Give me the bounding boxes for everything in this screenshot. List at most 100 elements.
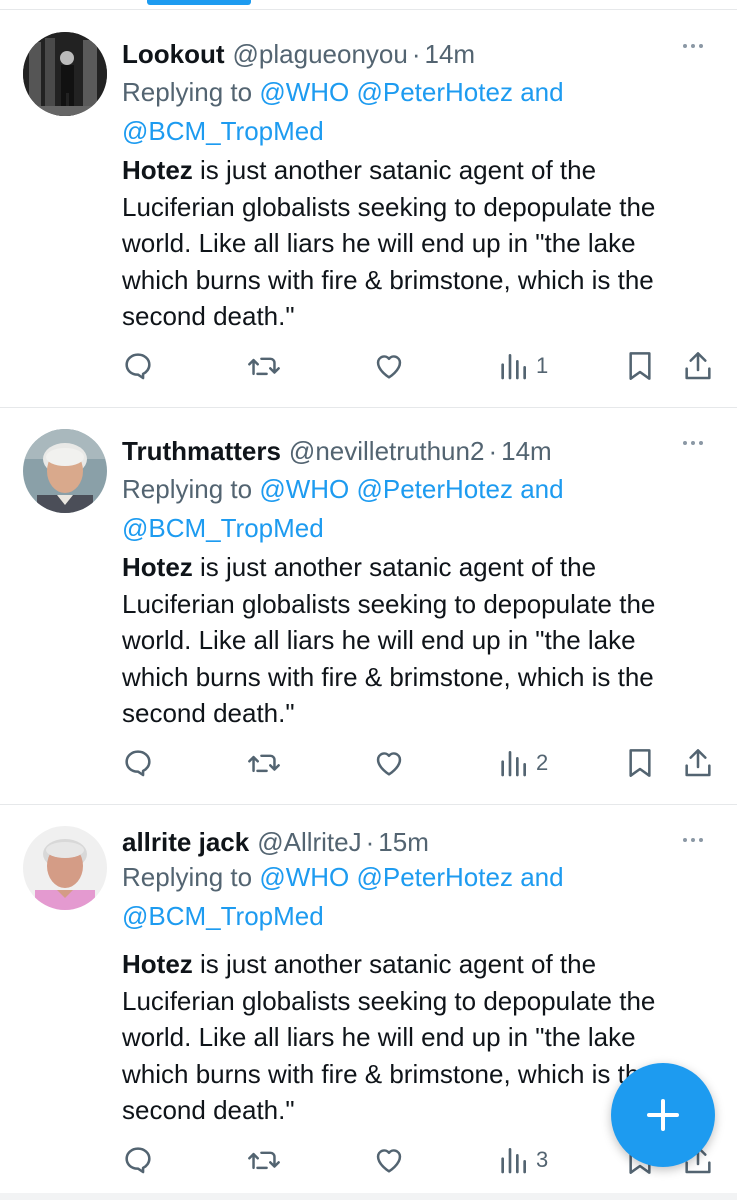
like-button[interactable]: [373, 743, 405, 783]
replying-to: Replying to @WHO @PeterHotez and @BCM_Tr…: [122, 73, 722, 151]
mention-link[interactable]: @BCM_TropMed: [122, 901, 324, 931]
replying-to-label: Replying to: [122, 474, 253, 504]
reply-icon: [125, 1147, 151, 1174]
mention-link[interactable]: @PeterHotez: [356, 474, 512, 504]
user-handle[interactable]: @plagueonyou: [233, 39, 408, 70]
mention-conjunction[interactable]: and: [520, 474, 563, 504]
like-button[interactable]: [373, 1140, 405, 1180]
display-name[interactable]: allrite jack: [122, 827, 249, 858]
views-count: 2: [536, 750, 549, 775]
tweet-header: allrite jack @AllriteJ · 15m: [122, 824, 429, 860]
tweet-text-line: second death.": [122, 301, 295, 331]
retweet-icon: [248, 1151, 280, 1170]
tweet-text-line: world. Like all liars he will end up in …: [122, 228, 636, 258]
replying-to-label: Replying to: [122, 77, 253, 107]
retweet-icon: [248, 357, 280, 376]
separator-dot: ·: [488, 435, 498, 466]
avatar[interactable]: [23, 32, 107, 116]
views-button[interactable]: 3: [500, 1140, 548, 1180]
mention-link[interactable]: @BCM_TropMed: [122, 116, 324, 146]
timestamp[interactable]: 14m: [501, 436, 552, 467]
plus-icon: [647, 1099, 679, 1131]
tweet-header: Lookout @plagueonyou · 14m: [122, 36, 475, 72]
avatar-image: [23, 826, 107, 910]
tweet[interactable]: Lookout @plagueonyou · 14m Replying to @…: [0, 10, 737, 408]
mention-link[interactable]: @BCM_TropMed: [122, 513, 324, 543]
compose-button[interactable]: [611, 1063, 715, 1167]
tweet-text-line: is just another satanic agent of the: [192, 949, 597, 979]
reply-button[interactable]: [122, 346, 154, 386]
user-handle[interactable]: @nevilletruthun2: [289, 436, 485, 467]
mention-link[interactable]: @WHO: [259, 77, 349, 107]
share-button[interactable]: [683, 346, 713, 386]
user-handle[interactable]: @AllriteJ: [257, 827, 361, 858]
tweet-text-line: second death.": [122, 698, 295, 728]
timestamp[interactable]: 15m: [378, 827, 429, 858]
tweet-text-line: Luciferian globalists seeking to depopul…: [122, 588, 656, 619]
reply-icon: [125, 353, 151, 380]
replying-to: Replying to @WHO @PeterHotez and @BCM_Tr…: [122, 470, 722, 548]
more-icon[interactable]: [683, 838, 703, 842]
tweet-actions: 2: [0, 743, 737, 783]
share-button[interactable]: [683, 743, 713, 783]
retweet-icon: [248, 754, 280, 773]
mention-conjunction[interactable]: and: [520, 77, 563, 107]
retweet-button[interactable]: [247, 1140, 281, 1180]
tweet-text-bold: Hotez: [122, 552, 193, 582]
avatar-image: [23, 32, 107, 116]
tweet-text: Hotez is just another satanic agent of t…: [122, 152, 722, 335]
tweet-text-line: is just another satanic agent of the: [192, 155, 597, 185]
replying-to-label: Replying to: [122, 862, 253, 892]
tweet-text-line: Luciferian globalists seeking to depopul…: [122, 191, 656, 222]
tweet-text-line: which burns with fire & brimstone, which…: [122, 264, 654, 295]
tweet[interactable]: Truthmatters @nevilletruthun2 · 14m Repl…: [0, 407, 737, 805]
bookmark-button[interactable]: [626, 346, 654, 386]
bookmark-icon: [629, 352, 651, 380]
like-button[interactable]: [373, 346, 405, 386]
analytics-icon: [501, 751, 526, 777]
separator-dot: ·: [365, 826, 375, 857]
views-count: 3: [536, 1147, 549, 1172]
avatar-image: [23, 429, 107, 513]
bottom-divider: [0, 1193, 737, 1200]
heart-icon: [376, 752, 402, 776]
tweet-text-bold: Hotez: [122, 155, 193, 185]
active-tab-indicator: [147, 0, 251, 5]
tweet-text-line: which burns with fire & brimstone, which…: [122, 661, 654, 692]
reply-button[interactable]: [122, 743, 154, 783]
analytics-icon: [501, 354, 526, 380]
more-icon[interactable]: [683, 44, 703, 48]
tweet-text-bold: Hotez: [122, 949, 193, 979]
heart-icon: [376, 355, 402, 379]
display-name[interactable]: Truthmatters: [122, 436, 281, 467]
tweet-actions: 1: [0, 346, 737, 386]
mention-link[interactable]: @PeterHotez: [356, 862, 512, 892]
mention-conjunction[interactable]: and: [520, 862, 563, 892]
analytics-icon: [501, 1148, 526, 1174]
mention-link[interactable]: @PeterHotez: [356, 77, 512, 107]
share-icon: [685, 352, 711, 380]
mention-link[interactable]: @WHO: [259, 862, 349, 892]
reply-button[interactable]: [122, 1140, 154, 1180]
tweet-text-line: Luciferian globalists seeking to depopul…: [122, 985, 656, 1016]
bookmark-icon: [629, 749, 651, 777]
bookmark-button[interactable]: [626, 743, 654, 783]
retweet-button[interactable]: [247, 346, 281, 386]
tweet-header: Truthmatters @nevilletruthun2 · 14m: [122, 433, 552, 469]
tweet-text-line: is just another satanic agent of the: [192, 552, 597, 582]
avatar[interactable]: [23, 429, 107, 513]
reply-icon: [125, 750, 151, 777]
retweet-button[interactable]: [247, 743, 281, 783]
avatar[interactable]: [23, 826, 107, 910]
views-button[interactable]: 1: [500, 346, 548, 386]
views-button[interactable]: 2: [500, 743, 548, 783]
heart-icon: [376, 1149, 402, 1173]
views-count: 1: [536, 353, 549, 378]
timestamp[interactable]: 14m: [425, 39, 476, 70]
mention-link[interactable]: @WHO: [259, 474, 349, 504]
tweet-text: Hotez is just another satanic agent of t…: [122, 549, 722, 732]
display-name[interactable]: Lookout: [122, 39, 225, 70]
tweet-text-line: world. Like all liars he will end up in …: [122, 625, 636, 655]
tweet-text-line: world. Like all liars he will end up in …: [122, 1022, 636, 1052]
more-icon[interactable]: [683, 441, 703, 445]
